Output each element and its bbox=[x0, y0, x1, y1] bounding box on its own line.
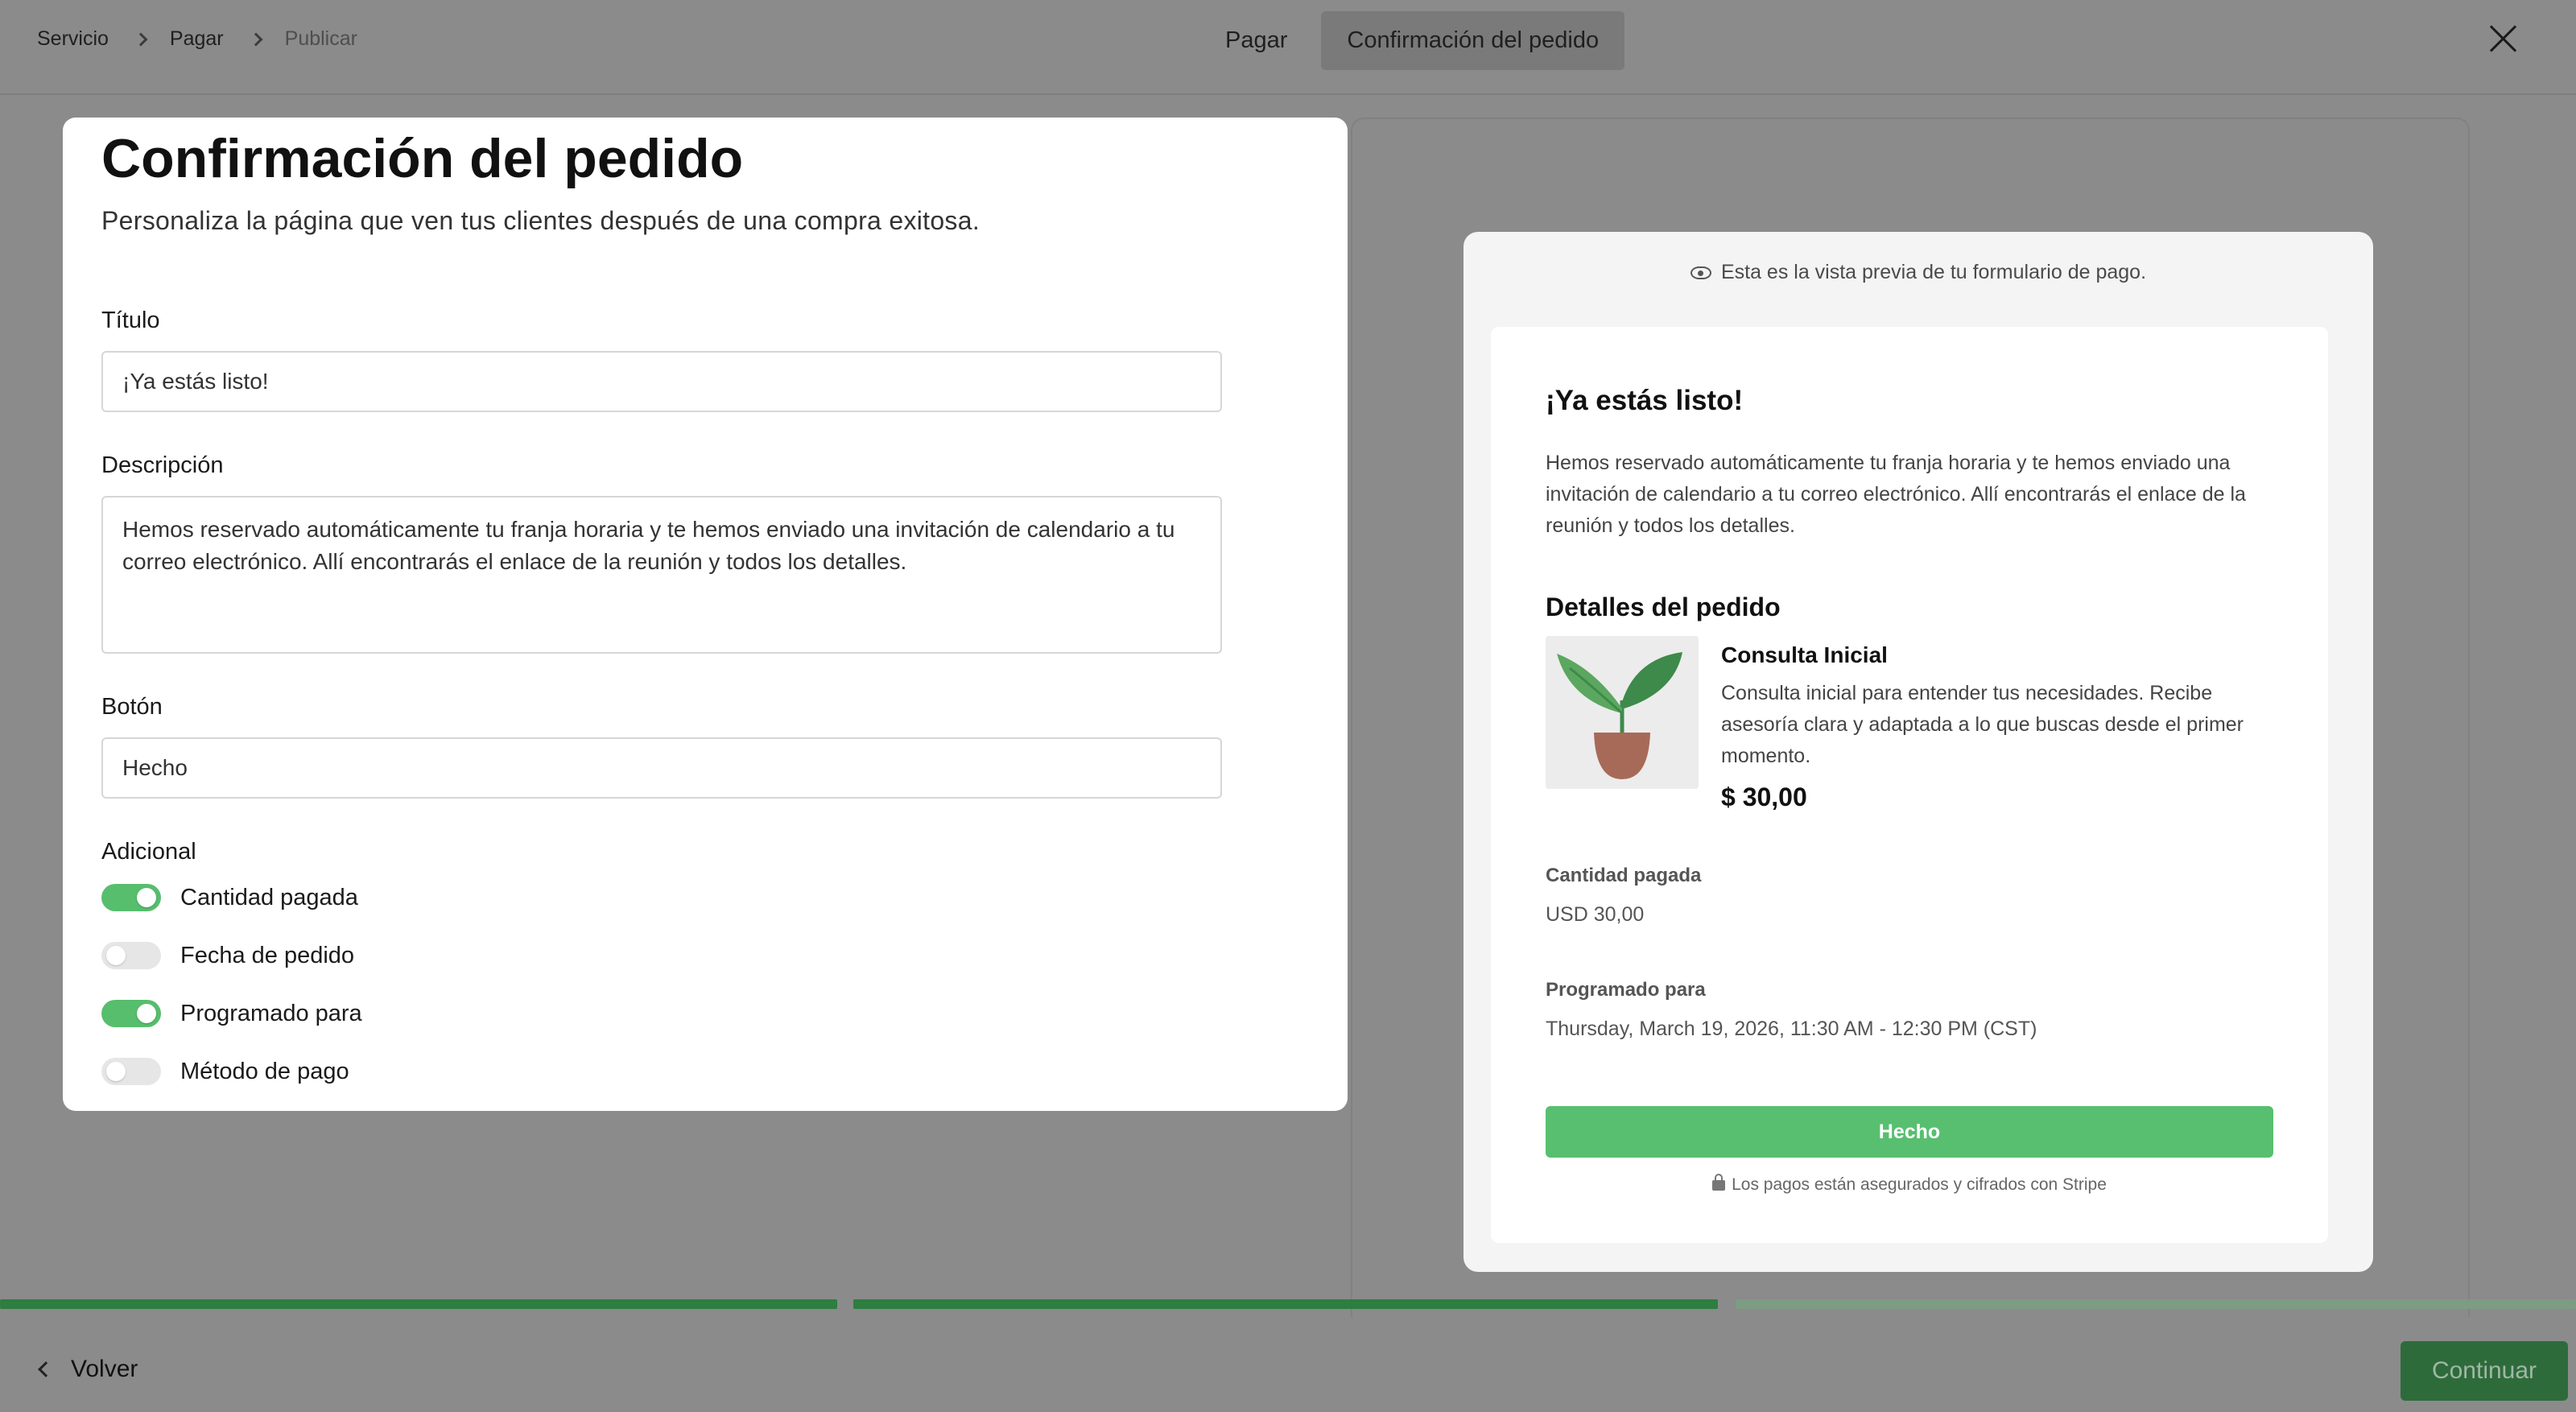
toggle-row-fecha-pedido: Fecha de pedido bbox=[101, 942, 354, 969]
order-details-heading: Detalles del pedido bbox=[1546, 592, 1781, 621]
tab-bar: Pagar Confirmación del pedido bbox=[1199, 11, 1625, 70]
cantidad-pagada-toggle[interactable] bbox=[101, 884, 161, 911]
description-textarea[interactable]: Hemos reservado automáticamente tu franj… bbox=[101, 496, 1222, 654]
top-bar: Servicio Pagar Publicar Pagar Confirmaci… bbox=[0, 0, 2576, 95]
chevron-right-icon bbox=[134, 32, 148, 46]
breadcrumb-item-servicio[interactable]: Servicio bbox=[37, 27, 109, 51]
breadcrumb-item-publicar[interactable]: Publicar bbox=[285, 27, 357, 51]
preview-title: ¡Ya estás listo! bbox=[1546, 385, 1744, 416]
toggle-row-cantidad-pagada: Cantidad pagada bbox=[101, 884, 358, 911]
title-input[interactable] bbox=[101, 351, 1222, 412]
preview-description: Hemos reservado automáticamente tu franj… bbox=[1546, 452, 2246, 537]
preview-card: Esta es la vista previa de tu formulario… bbox=[1463, 232, 2373, 1272]
button-field-label: Botón bbox=[101, 694, 163, 720]
fecha-pedido-toggle[interactable] bbox=[101, 942, 161, 969]
back-button[interactable]: Volver bbox=[38, 1356, 138, 1383]
toggle-label: Programado para bbox=[180, 1000, 362, 1026]
tab-pagar[interactable]: Pagar bbox=[1199, 11, 1313, 70]
description-field-label: Descripción bbox=[101, 452, 224, 478]
confirmation-preview: ¡Ya estás listo! Hemos reservado automát… bbox=[1491, 327, 2328, 1243]
secure-note-text: Los pagos están asegurados y cifrados co… bbox=[1732, 1175, 2107, 1194]
page-title: Confirmación del pedido bbox=[101, 128, 744, 189]
tab-confirmacion[interactable]: Confirmación del pedido bbox=[1321, 11, 1625, 70]
confirmation-form-panel: Confirmación del pedido Personaliza la p… bbox=[63, 118, 1348, 1111]
breadcrumb-item-pagar[interactable]: Pagar bbox=[170, 27, 224, 51]
preview-note-text: Esta es la vista previa de tu formulario… bbox=[1720, 261, 2147, 283]
progress-segment-2 bbox=[853, 1299, 1718, 1309]
button-text-input[interactable] bbox=[101, 737, 1222, 799]
eye-icon bbox=[1690, 266, 1711, 279]
product-name: Consulta Inicial bbox=[1721, 642, 1888, 667]
scheduled-label: Programado para bbox=[1546, 979, 1706, 1001]
secure-payment-note: Los pagos están asegurados y cifrados co… bbox=[1491, 1174, 2328, 1195]
lock-icon bbox=[1712, 1174, 1726, 1191]
scheduled-value: Thursday, March 19, 2026, 11:30 AM - 12:… bbox=[1546, 1018, 2037, 1040]
progress-segment-3 bbox=[1736, 1299, 2576, 1309]
chevron-right-icon bbox=[249, 32, 263, 46]
metodo-pago-toggle[interactable] bbox=[101, 1058, 161, 1085]
additional-label: Adicional bbox=[101, 839, 196, 865]
page-subtitle: Personaliza la página que ven tus client… bbox=[101, 206, 980, 235]
preview-done-button[interactable]: Hecho bbox=[1546, 1106, 2273, 1158]
chevron-left-icon bbox=[38, 1361, 54, 1377]
breadcrumb: Servicio Pagar Publicar bbox=[37, 27, 357, 51]
amount-paid-value: USD 30,00 bbox=[1546, 903, 1645, 926]
plant-product-image bbox=[1546, 636, 1699, 789]
amount-paid-label: Cantidad pagada bbox=[1546, 865, 1702, 886]
toggle-row-metodo-pago: Método de pago bbox=[101, 1058, 349, 1085]
preview-note: Esta es la vista previa de tu formulario… bbox=[1463, 261, 2373, 284]
product-price: $ 30,00 bbox=[1721, 782, 1807, 811]
toggle-label: Fecha de pedido bbox=[180, 942, 355, 968]
product-description: Consulta inicial para entender tus neces… bbox=[1721, 682, 2244, 767]
toggle-label: Método de pago bbox=[180, 1058, 349, 1084]
progress-segment-1 bbox=[0, 1299, 837, 1309]
toggle-row-programado-para: Programado para bbox=[101, 1000, 362, 1027]
plant-icon bbox=[1557, 652, 1682, 779]
toggle-label: Cantidad pagada bbox=[180, 884, 358, 910]
programado-para-toggle[interactable] bbox=[101, 1000, 161, 1027]
title-field-label: Título bbox=[101, 308, 160, 333]
continue-button[interactable]: Continuar bbox=[2401, 1341, 2568, 1401]
close-icon[interactable] bbox=[2489, 24, 2518, 53]
back-button-label: Volver bbox=[71, 1356, 138, 1382]
